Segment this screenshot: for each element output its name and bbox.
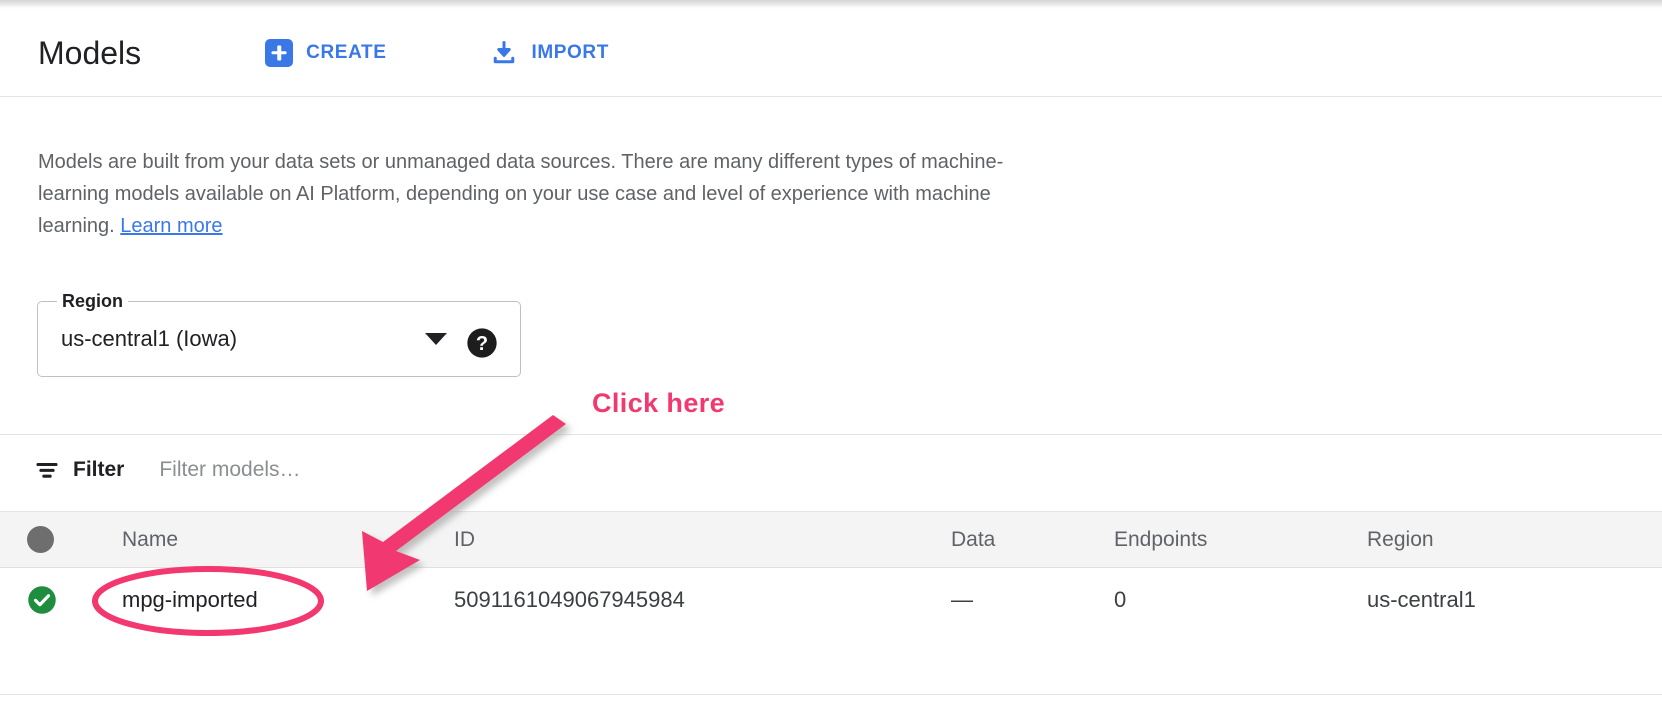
learn-more-link[interactable]: Learn more [120, 215, 222, 237]
header-actions: CREATE IMPORT [265, 39, 609, 67]
plus-icon [265, 39, 293, 67]
page-header: Models CREATE IMPORT [0, 9, 1662, 97]
circle-icon [27, 526, 54, 553]
svg-text:?: ? [476, 333, 488, 355]
cell-endpoints: 0 [1114, 587, 1367, 613]
region-select-value: us-central1 (Iowa) [61, 326, 237, 352]
column-header-region[interactable]: Region [1367, 528, 1647, 552]
page-title: Models [38, 37, 141, 69]
import-button[interactable]: IMPORT [490, 39, 609, 67]
cell-region: us-central1 [1367, 587, 1647, 613]
chevron-down-icon [425, 333, 447, 345]
column-header-endpoints[interactable]: Endpoints [1114, 528, 1367, 552]
table-row[interactable]: mpg-imported 5091161049067945984 — 0 us-… [0, 568, 1662, 631]
top-shadow [0, 0, 1662, 9]
filter-bar: Filter [0, 435, 1662, 505]
import-button-label: IMPORT [531, 42, 609, 64]
region-select-label: Region [57, 291, 128, 311]
filter-input[interactable] [157, 457, 661, 483]
help-circle-icon[interactable]: ? [466, 327, 498, 359]
cell-model-id: 5091161049067945984 [454, 587, 951, 613]
table-header-row: Name ID Data Endpoints Region [0, 511, 1662, 568]
page-description: Models are built from your data sets or … [38, 146, 1068, 242]
filter-list-icon[interactable] [33, 456, 61, 484]
filter-label: Filter [73, 458, 124, 482]
column-header-name[interactable]: Name [122, 528, 454, 552]
download-icon [490, 39, 518, 67]
create-button[interactable]: CREATE [265, 39, 386, 67]
cell-data: — [951, 587, 1114, 613]
models-table: Name ID Data Endpoints Region mpg-import… [0, 511, 1662, 631]
table-bottom-divider [0, 694, 1662, 695]
create-button-label: CREATE [306, 42, 386, 64]
check-circle-icon [27, 585, 57, 615]
row-status-cell[interactable] [0, 585, 122, 615]
column-header-data[interactable]: Data [951, 528, 1114, 552]
column-header-id[interactable]: ID [454, 528, 951, 552]
cell-model-name[interactable]: mpg-imported [122, 587, 454, 613]
annotation-label: Click here [592, 388, 725, 419]
select-all-cell[interactable] [0, 526, 122, 553]
region-select[interactable]: Region us-central1 (Iowa) [37, 301, 521, 377]
